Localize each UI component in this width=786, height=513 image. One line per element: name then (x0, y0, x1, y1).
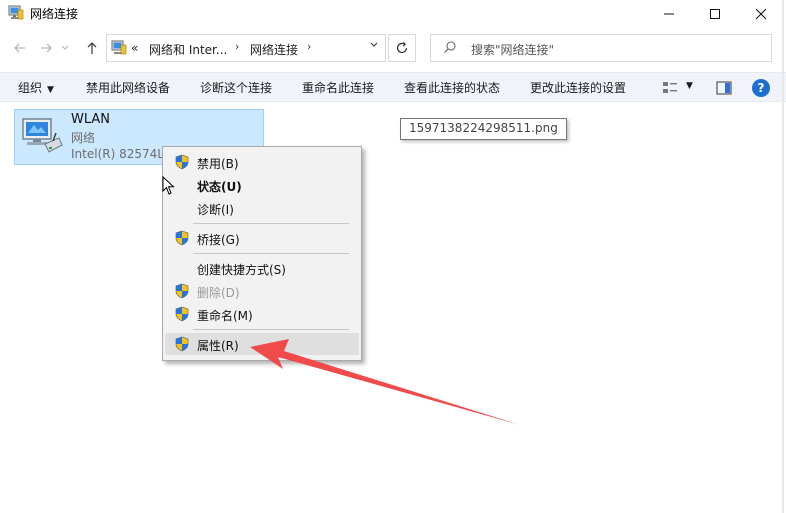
arrow-left-icon (14, 43, 25, 53)
breadcrumb-network-internet[interactable]: 网络和 Inter... (149, 41, 227, 58)
network-connections-icon (8, 5, 24, 20)
rename-button[interactable]: 重命名此连接 (302, 79, 374, 96)
menu-item-label: 禁用(B) (197, 157, 239, 171)
window-title: 网络连接 (30, 7, 79, 21)
close-icon (755, 8, 767, 20)
breadcrumb-chevron-icon[interactable]: › (235, 40, 239, 53)
mouse-cursor-icon (162, 176, 175, 195)
adapter-status: 网络 (71, 131, 96, 145)
menu-separator (193, 329, 349, 330)
view-status-button[interactable]: 查看此连接的状态 (404, 79, 500, 96)
maximize-button[interactable] (692, 0, 738, 28)
breadcrumb-chevron-icon[interactable]: › (307, 40, 311, 53)
up-button[interactable] (82, 38, 102, 58)
adapter-device: Intel(R) 82574L (71, 147, 164, 161)
change-settings-button[interactable]: 更改此连接的设置 (530, 79, 626, 96)
arrow-right-icon (41, 43, 52, 53)
uac-shield-icon (175, 283, 189, 299)
window-right-border (782, 0, 784, 513)
uac-shield-icon (175, 230, 189, 246)
uac-shield-icon (175, 154, 189, 170)
menu-item-label: 状态(U) (197, 180, 242, 194)
arrow-up-icon (87, 42, 97, 54)
menu-item-label: 属性(R) (197, 339, 239, 353)
disable-device-button[interactable]: 禁用此网络设备 (86, 79, 170, 96)
breadcrumb-overflow[interactable]: « (131, 41, 138, 55)
organize-menu[interactable]: 组织 ▼ (18, 79, 54, 96)
search-placeholder: 搜索"网络连接" (471, 43, 555, 57)
menu-item-label: 桥接(G) (197, 233, 240, 247)
menu-item-properties[interactable]: 属性(R) (165, 333, 359, 355)
menu-item-label: 删除(D) (197, 286, 240, 300)
close-button[interactable] (738, 0, 784, 28)
menu-item-disable[interactable]: 禁用(B) (165, 151, 359, 173)
help-icon[interactable]: ? (752, 79, 770, 97)
change-view-icon[interactable] (662, 80, 678, 96)
menu-separator (193, 223, 349, 224)
uac-shield-icon (175, 306, 189, 322)
search-icon (444, 41, 456, 53)
menu-item-label: 创建快捷方式(S) (197, 263, 286, 277)
adapter-name: WLAN (71, 112, 111, 127)
minimize-button[interactable] (646, 0, 692, 28)
refresh-icon (396, 42, 408, 54)
title-bar: 网络连接 (0, 0, 786, 28)
forward-button[interactable] (36, 38, 56, 58)
menu-item-bridge[interactable]: 桥接(G) (165, 227, 359, 249)
filename-tooltip: 1597138224298511.png (400, 118, 567, 140)
context-menu: 禁用(B) 状态(U) 诊断(I) 桥接(G) 创建快捷方式(S) 删除(D) … (162, 146, 362, 361)
chevron-down-icon (61, 45, 69, 50)
command-bar: 组织 ▼ 禁用此网络设备 诊断这个连接 重命名此连接 查看此连接的状态 更改此连接… (0, 72, 786, 102)
diagnose-button[interactable]: 诊断这个连接 (200, 79, 272, 96)
recent-locations-button[interactable] (58, 38, 72, 58)
menu-item-label: 诊断(I) (197, 203, 234, 217)
back-button[interactable] (10, 38, 30, 58)
preview-pane-icon[interactable] (716, 80, 732, 96)
address-bar[interactable]: « 网络和 Inter... › 网络连接 › (106, 34, 386, 62)
search-box[interactable]: 搜索"网络连接" (430, 34, 772, 62)
menu-item-create-shortcut[interactable]: 创建快捷方式(S) (165, 257, 359, 279)
menu-item-label: 重命名(M) (197, 309, 253, 323)
breadcrumb-network-connections[interactable]: 网络连接 (250, 41, 298, 58)
menu-item-status[interactable]: 状态(U) (165, 174, 359, 196)
menu-item-rename[interactable]: 重命名(M) (165, 303, 359, 325)
network-connections-icon (111, 40, 127, 55)
connections-list: WLAN 网络 Intel(R) 82574L 1597138224298511… (0, 103, 786, 513)
menu-item-diagnose[interactable]: 诊断(I) (165, 197, 359, 219)
minimize-icon (664, 13, 674, 15)
view-options-caret-icon[interactable]: ▼ (686, 81, 693, 91)
maximize-icon (710, 9, 720, 19)
navigation-bar: « 网络和 Inter... › 网络连接 › 搜索"网络连接" (0, 28, 786, 70)
uac-shield-icon (175, 336, 189, 352)
caret-down-icon: ▼ (47, 85, 54, 95)
menu-separator (193, 253, 349, 254)
menu-item-delete[interactable]: 删除(D) (165, 280, 359, 302)
address-dropdown-icon[interactable] (369, 40, 379, 53)
wireless-adapter-icon (22, 118, 63, 153)
refresh-button[interactable] (388, 34, 416, 62)
